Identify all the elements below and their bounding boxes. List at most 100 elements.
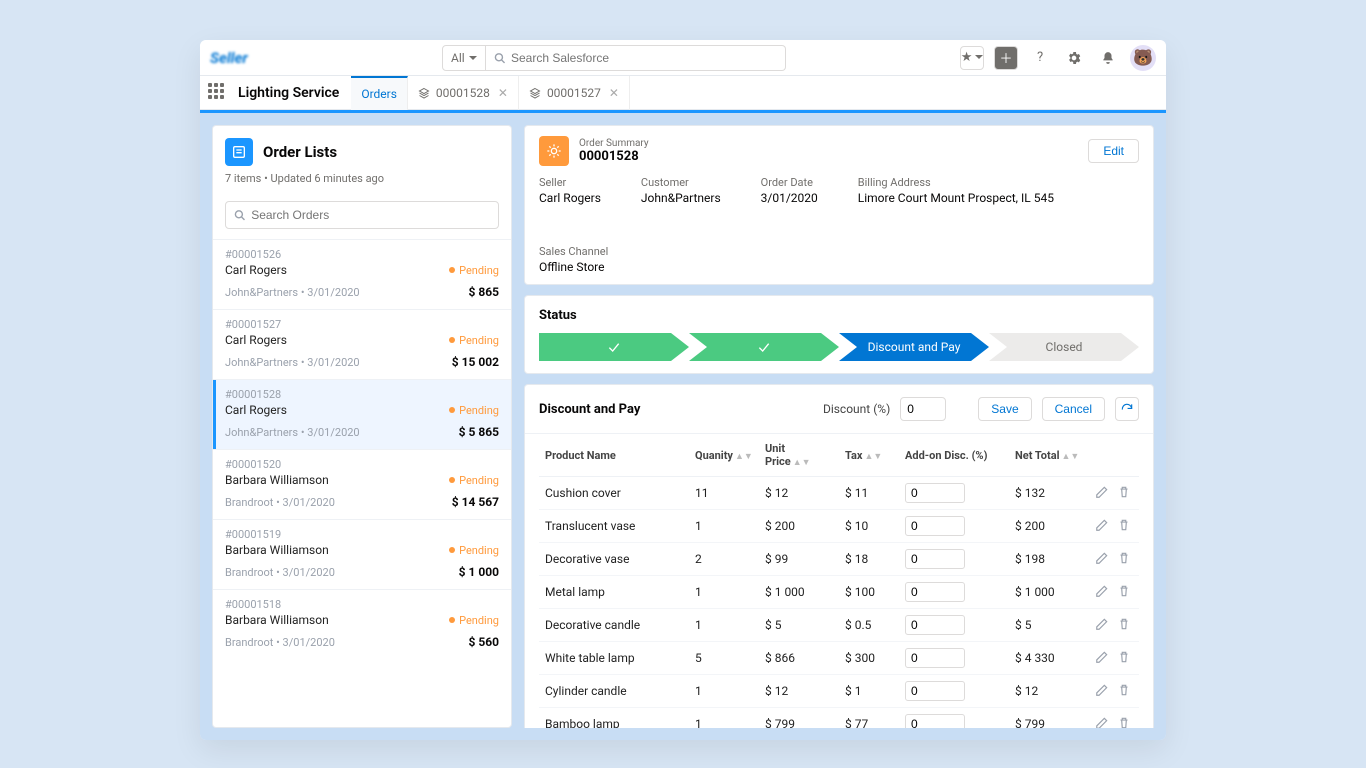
status-card: Status Discount and PayClosed <box>524 295 1154 374</box>
status-step[interactable] <box>689 333 839 361</box>
delete-row-icon[interactable] <box>1117 485 1131 502</box>
status-step[interactable]: Discount and Pay <box>839 333 989 361</box>
nav-tab-00001527[interactable]: 00001527✕ <box>519 76 630 110</box>
delete-row-icon[interactable] <box>1117 716 1131 729</box>
delete-row-icon[interactable] <box>1117 584 1131 601</box>
cell-net: $ 132 <box>1009 477 1089 510</box>
order-summary-card: Order Summary 00001528 Edit SellerCarl R… <box>524 125 1154 285</box>
search-icon <box>234 209 245 221</box>
addon-discount-input[interactable] <box>905 516 965 536</box>
col-quantity[interactable]: Quanity <box>695 449 733 462</box>
refresh-icon[interactable] <box>1115 397 1139 421</box>
table-row: Bamboo lamp1$ 799$ 77$ 799 <box>539 708 1139 729</box>
app-launcher-icon[interactable] <box>208 83 228 103</box>
cell-qty: 1 <box>689 510 759 543</box>
col-addon-discount[interactable]: Add-on Disc. (%) <box>905 449 987 462</box>
table-row: Metal lamp1$ 1 000$ 100$ 1 000 <box>539 576 1139 609</box>
delete-row-icon[interactable] <box>1117 683 1131 700</box>
status-title: Status <box>539 308 1139 323</box>
col-net-total[interactable]: Net Total <box>1015 449 1060 462</box>
cell-price: $ 5 <box>759 609 839 642</box>
close-icon[interactable]: ✕ <box>498 86 508 100</box>
table-row: White table lamp5$ 866$ 300$ 4 330 <box>539 642 1139 675</box>
addon-discount-input[interactable] <box>905 714 965 728</box>
order-list-item[interactable]: #00001520Barbara WilliamsonPendingBrandr… <box>213 449 511 519</box>
status-badge: Pending <box>449 614 499 627</box>
delete-row-icon[interactable] <box>1117 617 1131 634</box>
order-summary-icon <box>539 136 569 166</box>
col-tax[interactable]: Tax <box>845 449 863 462</box>
cell-price: $ 866 <box>759 642 839 675</box>
delete-row-icon[interactable] <box>1117 650 1131 667</box>
status-badge: Pending <box>449 264 499 277</box>
edit-row-icon[interactable] <box>1095 485 1109 502</box>
nav-tab-00001528[interactable]: 00001528✕ <box>408 76 519 110</box>
favorites-icon[interactable]: ★ <box>960 46 984 70</box>
order-meta: Brandroot • 3/01/2020 <box>225 496 335 509</box>
order-customer: Carl Rogers <box>225 403 287 417</box>
edit-row-icon[interactable] <box>1095 617 1109 634</box>
save-button[interactable]: Save <box>978 397 1031 421</box>
addon-discount-input[interactable] <box>905 582 965 602</box>
addon-discount-input[interactable] <box>905 549 965 569</box>
order-list-subtitle: 7 items • Updated 6 minutes ago <box>225 172 499 185</box>
cell-name: White table lamp <box>539 642 689 675</box>
cell-qty: 2 <box>689 543 759 576</box>
order-meta: John&Partners • 3/01/2020 <box>225 356 360 369</box>
edit-row-icon[interactable] <box>1095 650 1109 667</box>
addon-discount-input[interactable] <box>905 615 965 635</box>
delete-row-icon[interactable] <box>1117 518 1131 535</box>
order-number: #00001518 <box>225 598 499 611</box>
help-icon[interactable]: ? <box>1028 46 1052 70</box>
edit-row-icon[interactable] <box>1095 716 1109 729</box>
summary-field: Billing AddressLimore Court Mount Prospe… <box>858 176 1054 205</box>
global-header: Seller All ★ ＋ ? 🐻 <box>200 40 1166 76</box>
add-icon[interactable]: ＋ <box>994 46 1018 70</box>
brand-logo: Seller <box>210 49 248 67</box>
col-unit-price[interactable]: Unit Price <box>765 442 791 468</box>
edit-row-icon[interactable] <box>1095 518 1109 535</box>
order-list-item[interactable]: #00001526Carl RogersPendingJohn&Partners… <box>213 239 511 309</box>
order-list-item[interactable]: #00001528Carl RogersPendingJohn&Partners… <box>213 379 511 449</box>
cell-name: Bamboo lamp <box>539 708 689 729</box>
edit-button[interactable]: Edit <box>1088 139 1139 163</box>
status-badge: Pending <box>449 474 499 487</box>
col-product-name[interactable]: Product Name <box>545 449 616 462</box>
summary-field: CustomerJohn&Partners <box>641 176 721 205</box>
order-total: $ 865 <box>468 285 499 299</box>
summary-field: Order Date3/01/2020 <box>761 176 818 205</box>
global-search-input[interactable] <box>511 51 777 65</box>
addon-discount-input[interactable] <box>905 483 965 503</box>
edit-row-icon[interactable] <box>1095 551 1109 568</box>
order-list-item[interactable]: #00001518Barbara WilliamsonPendingBrandr… <box>213 589 511 659</box>
search-icon <box>494 52 505 64</box>
cell-qty: 1 <box>689 708 759 729</box>
notifications-bell-icon[interactable] <box>1096 46 1120 70</box>
cell-qty: 11 <box>689 477 759 510</box>
edit-row-icon[interactable] <box>1095 683 1109 700</box>
user-avatar[interactable]: 🐻 <box>1130 45 1156 71</box>
search-scope-dropdown[interactable]: All <box>442 45 486 71</box>
delete-row-icon[interactable] <box>1117 551 1131 568</box>
edit-row-icon[interactable] <box>1095 584 1109 601</box>
addon-discount-input[interactable] <box>905 648 965 668</box>
nav-tab-orders[interactable]: Orders <box>351 76 408 110</box>
discount-input[interactable] <box>900 397 946 421</box>
order-number: #00001520 <box>225 458 499 471</box>
order-list-icon <box>225 138 253 166</box>
cell-net: $ 799 <box>1009 708 1089 729</box>
close-icon[interactable]: ✕ <box>609 86 619 100</box>
cancel-button[interactable]: Cancel <box>1042 397 1105 421</box>
status-step[interactable]: Closed <box>989 333 1139 361</box>
status-step[interactable] <box>539 333 689 361</box>
order-customer: Carl Rogers <box>225 333 287 347</box>
cell-price: $ 1 000 <box>759 576 839 609</box>
setup-gear-icon[interactable] <box>1062 46 1086 70</box>
order-list-item[interactable]: #00001519Barbara WilliamsonPendingBrandr… <box>213 519 511 589</box>
order-total: $ 5 865 <box>459 425 499 439</box>
order-search-input[interactable] <box>251 208 490 222</box>
cell-tax: $ 1 <box>839 675 899 708</box>
addon-discount-input[interactable] <box>905 681 965 701</box>
dp-title: Discount and Pay <box>539 402 640 417</box>
order-list-item[interactable]: #00001527Carl RogersPendingJohn&Partners… <box>213 309 511 379</box>
